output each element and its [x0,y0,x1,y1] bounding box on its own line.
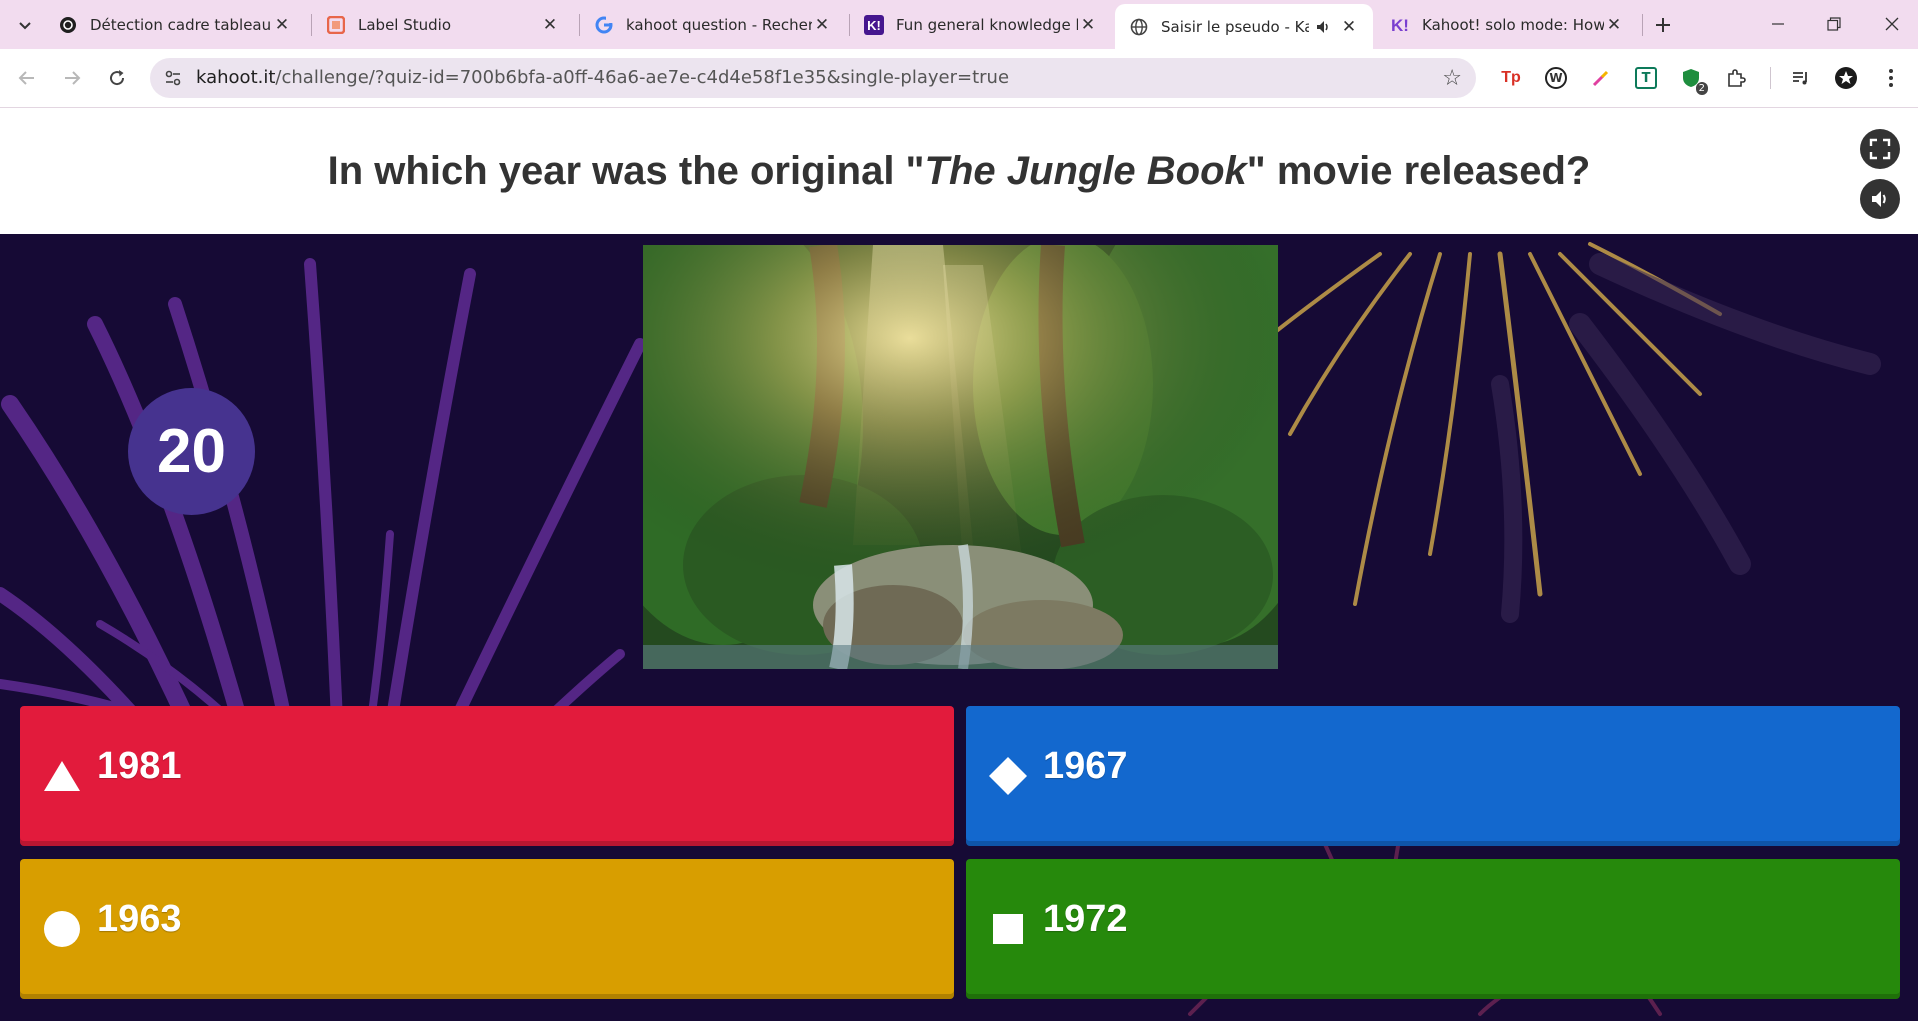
media-controls-icon[interactable] [1786,63,1816,93]
new-tab-button[interactable] [1648,10,1678,40]
svg-text:K!: K! [867,18,881,33]
countdown-timer: 20 [128,388,255,515]
kahoot-k-icon: K! [864,15,884,35]
tab-google-search[interactable]: kahoot question - Recherch ✕ [580,6,846,44]
label-studio-icon [326,15,346,35]
url-host: kahoot.it [196,67,276,88]
tab-title: Détection cadre tableau [90,16,272,34]
tab-title: Saisir le pseudo - Kaho [1161,17,1309,36]
tab-title: Fun general knowledge kah [896,16,1078,34]
arrow-right-icon [65,71,81,85]
more-menu-button[interactable] [1876,63,1906,93]
close-icon[interactable]: ✕ [1604,15,1624,35]
back-button[interactable] [11,62,43,94]
speaker-icon [1872,191,1886,207]
tab-label-studio[interactable]: Label Studio ✕ [312,6,574,44]
url-text[interactable]: kahoot.it/challenge/?quiz-id=700b6bfa-a0… [196,58,1009,98]
answer-green-square[interactable]: 1972 [966,859,1900,999]
answer-red-triangle[interactable]: 1981 [20,706,954,846]
google-g-icon [594,15,614,35]
plus-icon [1656,18,1670,32]
circle-icon [42,909,82,949]
extension-t-icon[interactable]: T [1631,63,1661,93]
arrow-left-icon [18,71,34,85]
question-italic-title: The Jungle Book [924,149,1247,193]
globe-icon [1129,17,1149,37]
restore-button[interactable] [1814,8,1854,40]
extension-badge-count: 2 [1695,82,1708,95]
fullscreen-icon [1869,138,1891,160]
site-settings-icon[interactable] [162,67,184,89]
jungle-waterfall-image [643,245,1278,669]
square-icon [988,909,1028,949]
answer-label: 1981 [97,745,182,787]
tab-title: Label Studio [358,16,452,34]
tab-kahoot-solo-mode[interactable]: K! Kahoot! solo mode: How to ✕ [1376,6,1638,44]
close-icon[interactable]: ✕ [1339,17,1359,37]
answer-label: 1963 [97,898,182,940]
reload-icon [110,70,125,86]
answer-label: 1972 [1043,898,1128,940]
jungle-waterfall-illustration [643,245,1278,669]
color-picker-extension-icon[interactable] [1586,63,1616,93]
toolbar-separator [1770,67,1771,89]
fullscreen-button[interactable] [1860,129,1900,169]
tab-title: Kahoot! solo mode: How to [1422,16,1604,34]
close-icon[interactable]: ✕ [540,15,560,35]
close-icon[interactable]: ✕ [1078,15,1098,35]
answer-blue-diamond[interactable]: 1967 [966,706,1900,846]
minimize-icon [1772,23,1784,25]
address-bar[interactable]: kahoot.it/challenge/?quiz-id=700b6bfa-a0… [150,58,1476,98]
triangle-icon [42,756,82,796]
extension-w-icon[interactable]: W [1541,63,1571,93]
openai-logo-icon [58,15,78,35]
tab-detection-cadre[interactable]: Détection cadre tableau ✕ [44,6,306,44]
reload-button[interactable] [101,62,133,94]
question-title: In which year was the original "The Jung… [0,108,1918,234]
close-window-button[interactable] [1872,8,1912,40]
extension-tp-icon[interactable]: Tp [1496,63,1526,93]
tab-title: kahoot question - Recherch [626,16,812,34]
shield-extension-icon[interactable]: 2 [1676,63,1708,95]
speaker-icon[interactable] [1315,17,1331,37]
vertical-dots-icon [1889,69,1893,87]
tab-saisir-pseudo[interactable]: Saisir le pseudo - Kaho ✕ [1115,4,1373,49]
question-prefix: In which year was the original " [327,149,925,193]
game-stage: 20 1981 1967 1963 1972 [0,234,1918,1021]
answer-label: 1967 [1043,745,1128,787]
kahoot-k-icon: K! [1390,15,1410,35]
question-suffix: " movie released? [1246,149,1591,193]
svg-text:K!: K! [1391,16,1409,35]
extension-tp-label: Tp [1501,69,1521,86]
question-header: In which year was the original "The Jung… [0,108,1918,234]
forward-button[interactable] [56,62,88,94]
chevron-down-icon [19,22,31,30]
sound-toggle-button[interactable] [1860,179,1900,219]
extension-t-label: T [1635,67,1657,89]
diamond-icon [988,756,1028,796]
tab-strip: Détection cadre tableau ✕ Label Studio ✕… [0,0,1918,49]
extension-w-label: W [1545,67,1567,89]
tab-separator [1642,14,1643,36]
close-icon[interactable]: ✕ [812,15,832,35]
url-path: /challenge/?quiz-id=700b6bfa-a0ff-46a6-a… [275,67,1010,88]
browser-toolbar: kahoot.it/challenge/?quiz-id=700b6bfa-a0… [0,49,1918,108]
profile-avatar[interactable] [1831,63,1861,93]
tab-fun-general-knowledge[interactable]: K! Fun general knowledge kah ✕ [850,6,1112,44]
answer-yellow-circle[interactable]: 1963 [20,859,954,999]
tab-search-button[interactable] [10,10,40,40]
puzzle-extensions-icon[interactable] [1721,63,1751,93]
bookmark-star-icon[interactable]: ☆ [1442,66,1462,91]
restore-icon [1827,17,1841,31]
close-icon [1885,17,1899,31]
minimize-button[interactable] [1758,8,1798,40]
close-icon[interactable]: ✕ [272,15,292,35]
